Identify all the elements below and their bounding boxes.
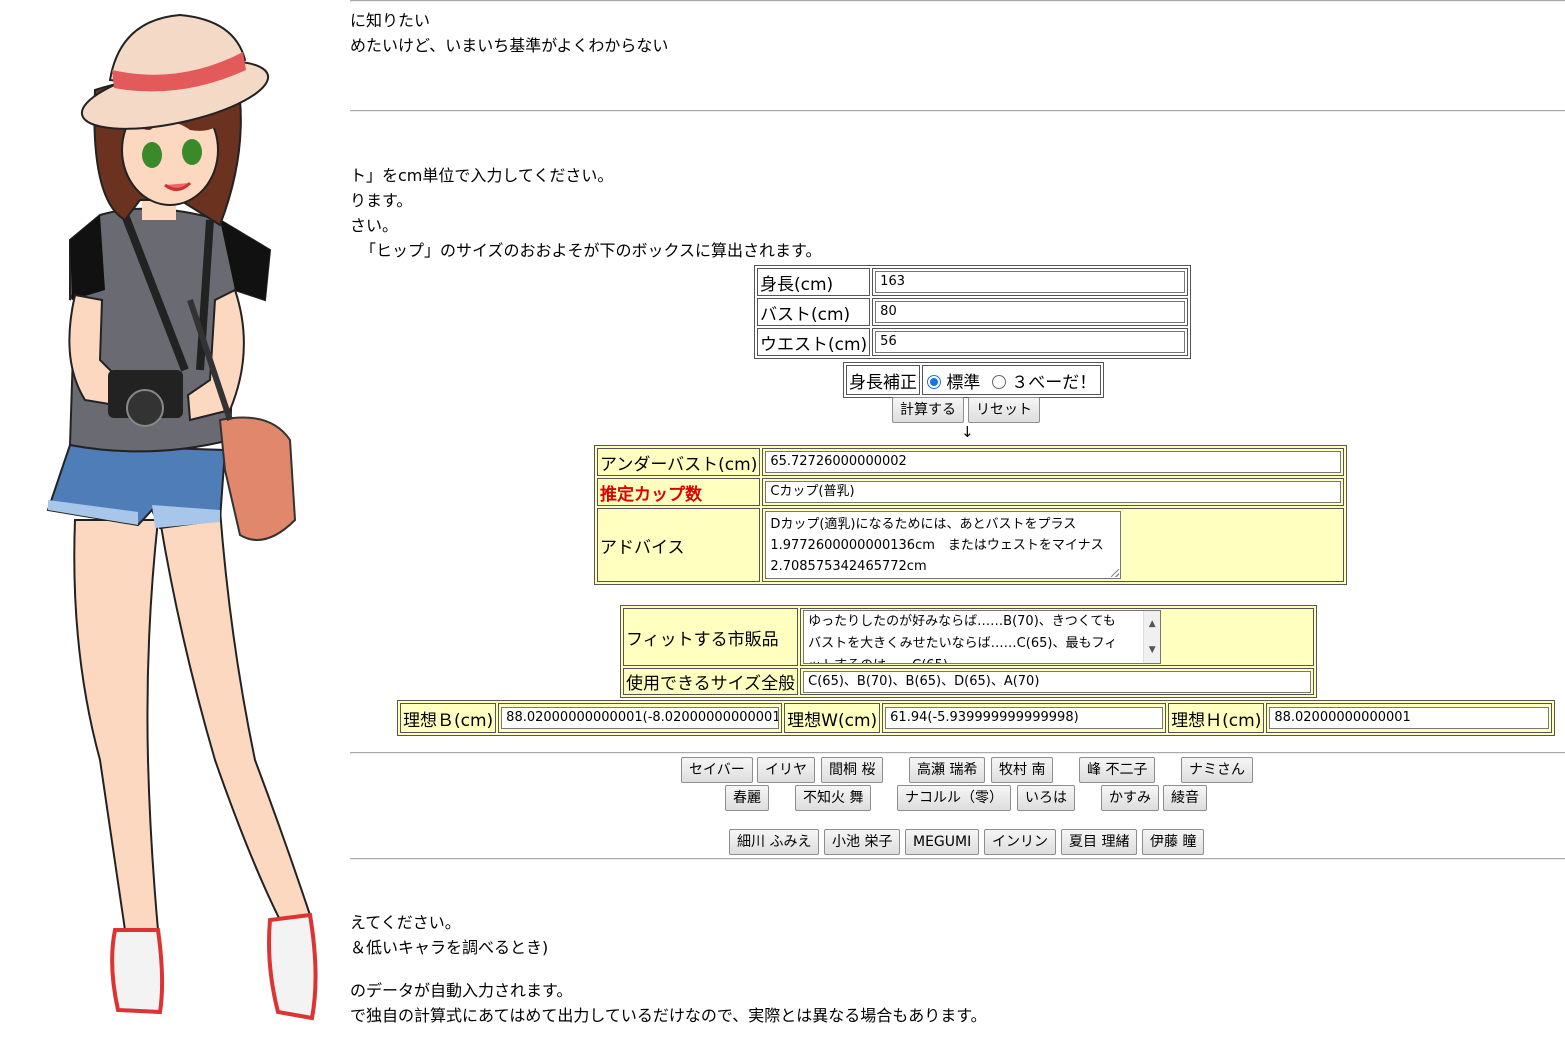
character-button[interactable]: 峰 不二子: [1079, 757, 1156, 783]
character-button[interactable]: イリヤ: [757, 757, 815, 783]
character-button[interactable]: 細川 ふみえ: [729, 829, 820, 855]
fit-line-1: ゆったりしたのが好みならば……B(70)、きつくても: [808, 614, 1116, 629]
instruction-line-1: ト」をcm単位で入力してください。: [350, 166, 614, 185]
height-correction-table: 身長補正 標準 ３べーだ！: [843, 362, 1105, 398]
fit-textarea[interactable]: ゆったりしたのが好みならば……B(70)、きつくても バストを大きくみせたいなら…: [803, 610, 1162, 664]
character-button[interactable]: 伊藤 瞳: [1142, 829, 1205, 855]
fit-table: フィットする市販品 ゆったりしたのが好みならば……B(70)、きつくても バスト…: [620, 605, 1318, 698]
top-divider: [350, 0, 1565, 2]
calculate-button[interactable]: 計算する: [892, 397, 964, 423]
ideal-h-label: 理想Ｈ(cm): [1168, 703, 1265, 733]
result-table: アンダーバスト(cm) 65.72726000000002 推定カップ数 Cカッ…: [594, 445, 1348, 585]
note-line-3: のデータが自動入力されます。: [350, 981, 573, 1000]
character-button[interactable]: 不知火 舞: [795, 785, 872, 811]
waist-input[interactable]: 56: [875, 331, 1186, 353]
measurement-input-table: 身長(cm) 163 バスト(cm) 80 ウエスト(cm) 56: [754, 265, 1192, 359]
scroll-up-icon[interactable]: ▲: [1144, 613, 1160, 635]
ideal-table: 理想Ｂ(cm) 88.02000000000001(-8.02000000000…: [397, 700, 1556, 736]
character-button[interactable]: 高瀬 瑞希: [909, 757, 986, 783]
advice-label: アドバイス: [597, 508, 761, 582]
advice-line-3: 2.708575342465772cm: [770, 559, 927, 574]
character-button[interactable]: 春麗: [725, 785, 769, 811]
intro-line-1: に知りたい: [350, 11, 431, 30]
character-button[interactable]: インリン: [984, 829, 1056, 855]
note-line-1: えてください。: [350, 913, 461, 932]
radio-standard-dot: [930, 377, 938, 386]
right-leg: [158, 508, 312, 922]
advice-line-1: Dカップ(適乳)になるためには、あとバストをプラス: [770, 517, 1077, 532]
advice-textarea[interactable]: Dカップ(適乳)になるためには、あとバストをプラス 1.977260000000…: [765, 511, 1122, 579]
ideal-w-label: 理想W(cm): [784, 703, 881, 733]
section-divider-3: [350, 858, 1565, 860]
sizes-output[interactable]: C(65)、B(70)、B(65)、D(65)、A(70): [803, 670, 1312, 693]
radio-standard[interactable]: [927, 374, 941, 389]
instruction-line-3: さい。: [350, 216, 399, 235]
height-correction-label: 身長補正: [846, 365, 920, 395]
height-input[interactable]: 163: [875, 271, 1186, 293]
underbust-output[interactable]: 65.72726000000002: [765, 451, 1342, 473]
character-button[interactable]: 小池 栄子: [824, 829, 901, 855]
bust-input[interactable]: 80: [875, 301, 1186, 323]
character-button[interactable]: 間桐 桜: [821, 757, 884, 783]
character-illustration: [46, 13, 318, 1021]
underbust-label: アンダーバスト(cm): [597, 448, 761, 476]
left-leg: [73, 519, 160, 931]
scroll-down-icon[interactable]: ▼: [1144, 639, 1160, 661]
waist-label: ウエスト(cm): [757, 328, 871, 356]
cup-output[interactable]: Cカップ(普乳): [765, 481, 1342, 503]
ideal-b-output[interactable]: 88.02000000000001(-8.02000000000001): [501, 707, 780, 729]
character-button[interactable]: MEGUMI: [905, 829, 980, 855]
cup-label: 推定カップ数: [597, 478, 761, 506]
radio-standard-label: 標準: [946, 372, 981, 393]
ideal-b-label: 理想Ｂ(cm): [400, 703, 497, 733]
bag-icon: [218, 416, 297, 541]
character-button[interactable]: ナミさん: [1181, 757, 1253, 783]
instruction-line-2: ります。: [350, 191, 413, 210]
radio-three[interactable]: [991, 374, 1006, 389]
fit-label: フィットする市販品: [623, 608, 799, 666]
section-divider-2: [350, 752, 1565, 754]
note-line-4: で独自の計算式にあてはめて出力しているだけなので、実際とは異なる場合もあります。: [350, 1006, 987, 1025]
fit-line-3: ットするのは……C(65): [808, 655, 1140, 663]
ideal-w-output[interactable]: 61.94(-5.939999999999998): [885, 707, 1164, 729]
character-button[interactable]: 夏目 理緒: [1061, 829, 1138, 855]
resize-grip-icon[interactable]: [1111, 569, 1120, 577]
ideal-h-output[interactable]: 88.02000000000001: [1269, 707, 1550, 729]
character-button[interactable]: ナコルル（零）: [897, 785, 1011, 811]
reset-button[interactable]: リセット: [968, 397, 1040, 423]
bust-label: バスト(cm): [757, 298, 871, 326]
fit-scrollbar[interactable]: ▲ ▼: [1143, 611, 1161, 663]
left-shoe: [110, 928, 165, 1015]
height-label: 身長(cm): [757, 268, 871, 296]
character-button[interactable]: いろは: [1017, 785, 1075, 811]
character-button[interactable]: かすみ: [1101, 785, 1159, 811]
down-arrow: ↓: [961, 423, 974, 441]
radio-three-label: ３べーだ！: [1011, 372, 1097, 393]
sizes-label: 使用できるサイズ全般: [623, 668, 799, 695]
right-shoe: [267, 912, 318, 1021]
intro-line-2: めたいけど、いまいち基準がよくわからない: [350, 36, 669, 55]
character-button[interactable]: セイバー: [681, 757, 753, 783]
character-button[interactable]: 牧村 南: [991, 757, 1054, 783]
character-button[interactable]: 綾音: [1163, 785, 1207, 811]
advice-line-2: 1.9772600000000136cm またはウェストをマイナス: [770, 538, 1104, 553]
section-divider-1: [350, 110, 1565, 112]
fit-line-2: バストを大きくみせたいならば……C(65)、最もフィ: [808, 636, 1118, 651]
note-line-2: ＆低いキャラを調べるとき): [350, 938, 549, 957]
instruction-line-4: 「ヒップ」のサイズのおおよそが下のボックスに算出されます。: [360, 241, 822, 260]
